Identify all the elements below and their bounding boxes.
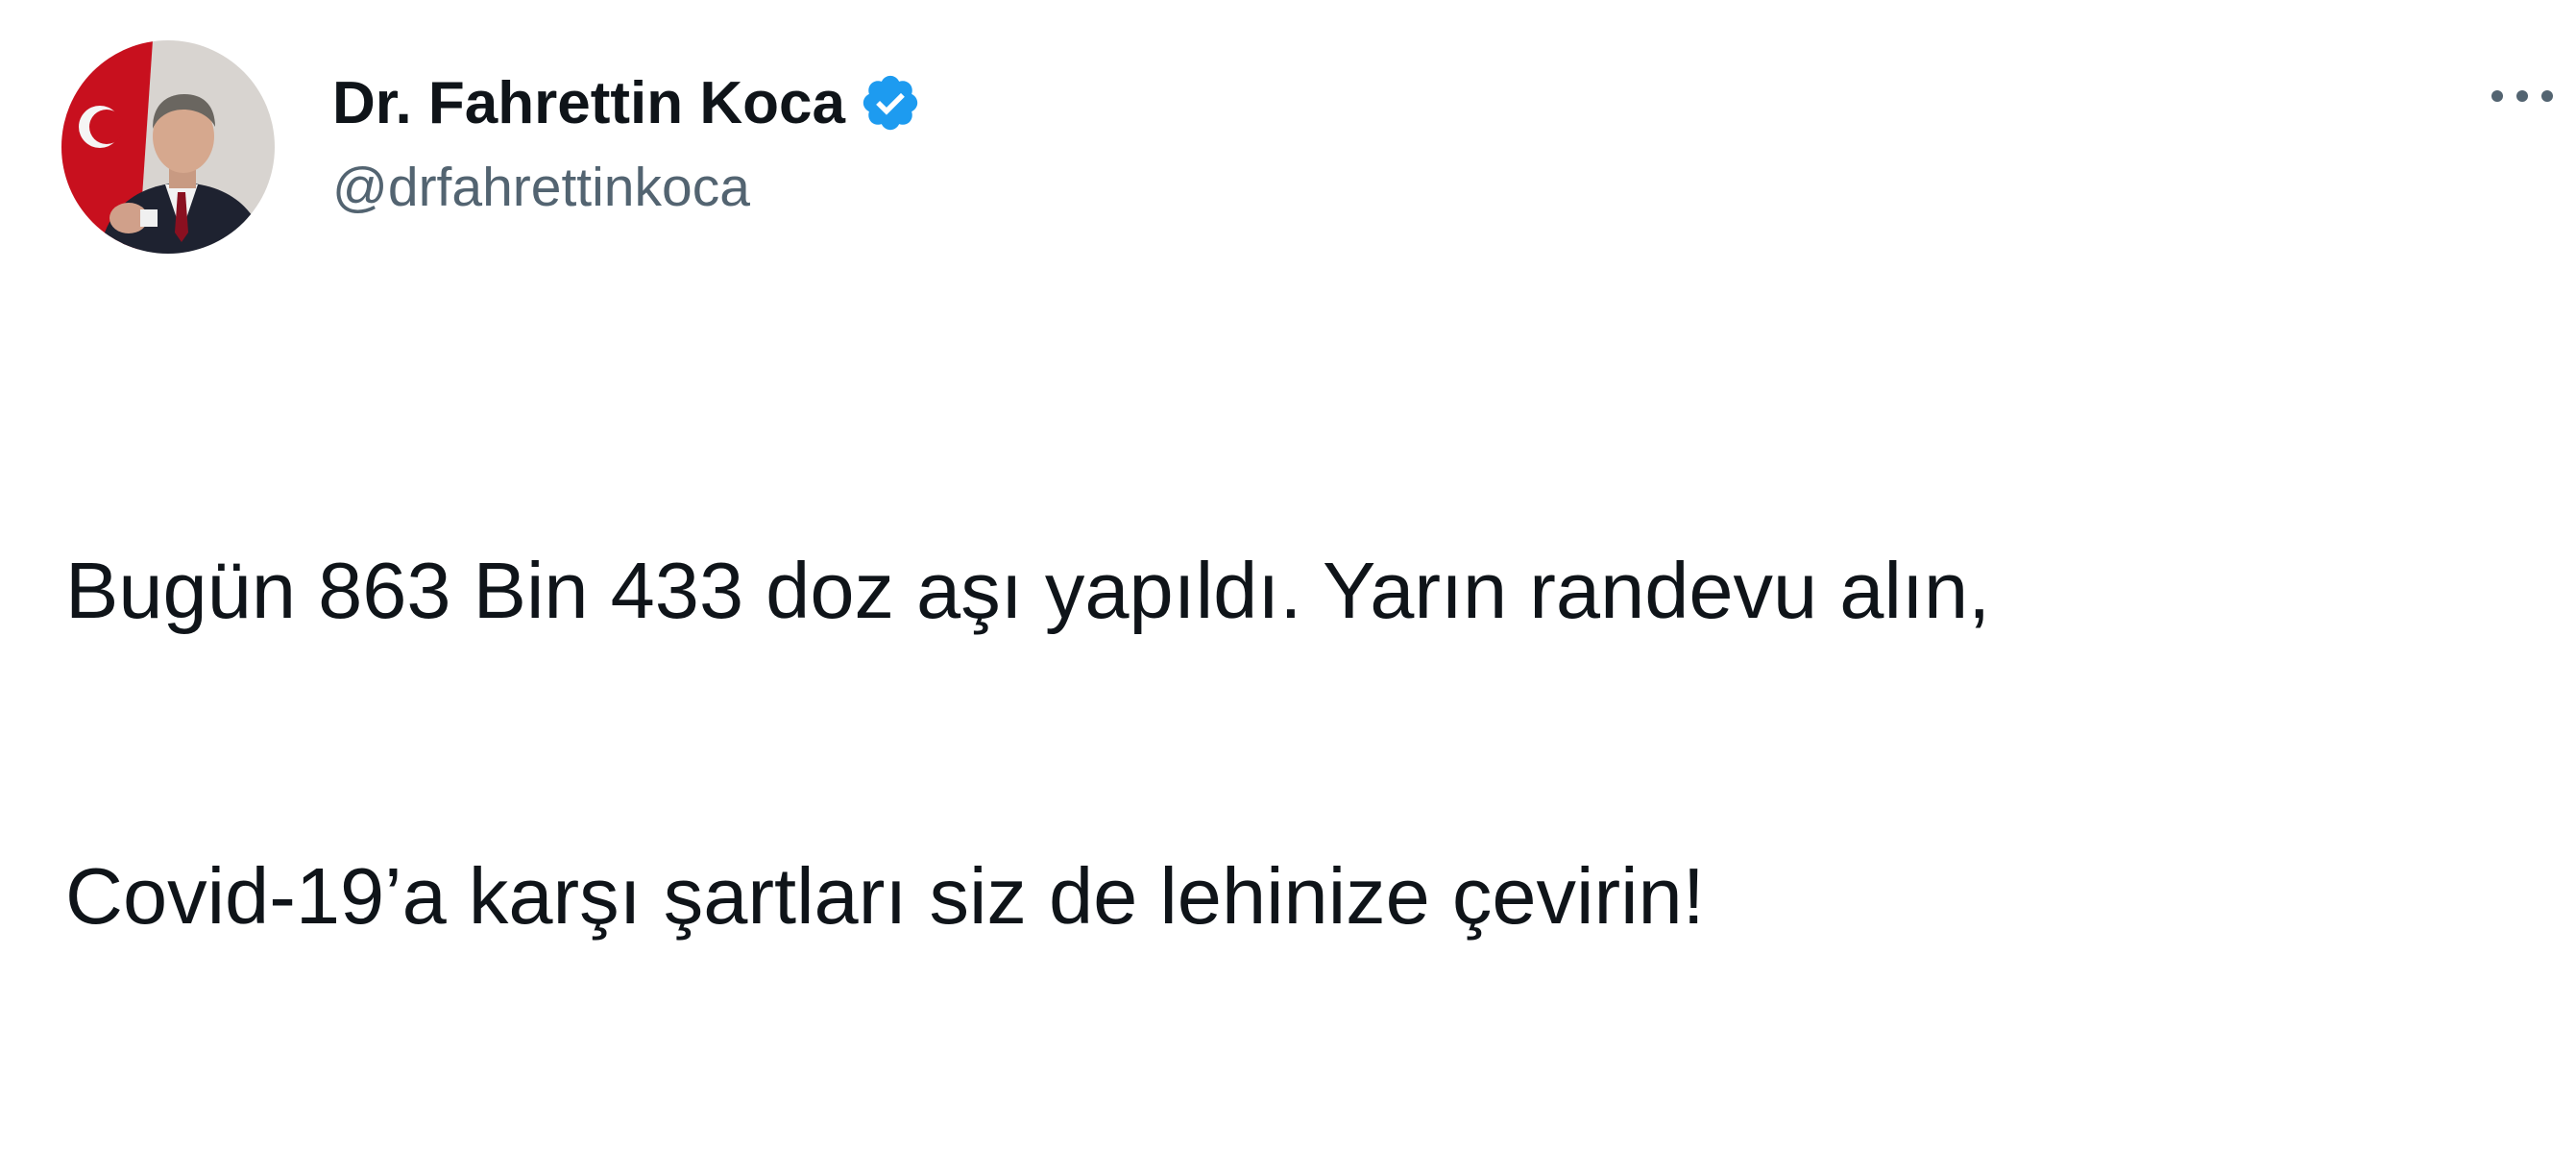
more-options-button[interactable] <box>2486 67 2559 125</box>
author-display-name[interactable]: Dr. Fahrettin Koca <box>332 69 845 137</box>
more-options-icon <box>2491 90 2553 102</box>
author-handle[interactable]: @drfahrettinkoca <box>332 156 750 219</box>
tweet-text-line: Bugün 863 Bin 433 doz aşı yapıldı. Yarın… <box>65 546 1991 635</box>
tweet-text-line: Covid-19’a karşı şartları siz de lehiniz… <box>65 851 1705 941</box>
tweet-card[interactable]: Dr. Fahrettin Koca @drfahrettinkoca Bugü… <box>0 0 2576 941</box>
author-avatar[interactable] <box>61 40 275 254</box>
avatar-image <box>61 40 275 254</box>
author-name-row: Dr. Fahrettin Koca <box>332 60 922 146</box>
tweet-text: Bugün 863 Bin 433 doz aşı yapıldı. Yarın… <box>65 336 2524 1151</box>
verified-badge-icon <box>859 71 922 135</box>
